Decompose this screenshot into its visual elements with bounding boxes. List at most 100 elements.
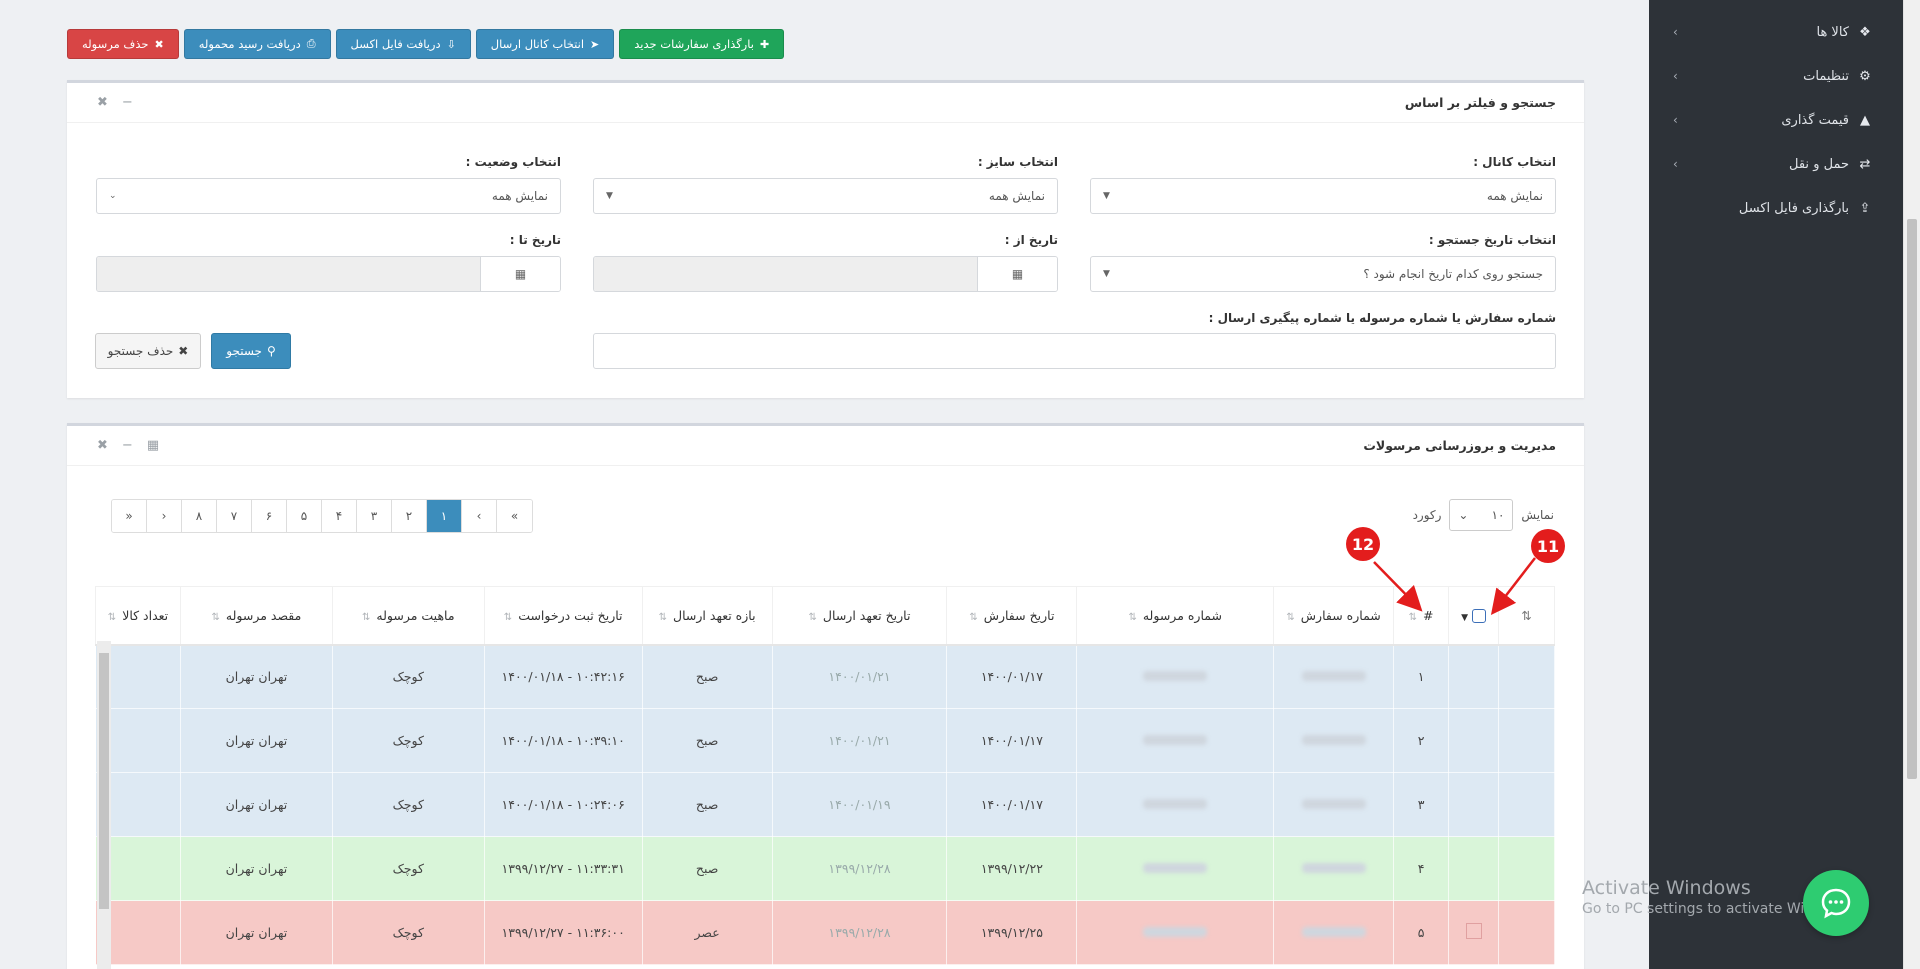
redacted-value [1143, 735, 1208, 745]
sidebar-item-excel-upload[interactable]: بارگذاری فایل اکسل ⇪ [1649, 186, 1903, 230]
date-to-field[interactable]: ▦ [96, 256, 561, 292]
column-label: تاریخ تعهد ارسال [822, 607, 911, 623]
page-6[interactable]: ۶ [252, 500, 287, 532]
page-2[interactable]: ۲ [392, 500, 427, 532]
date-from-field[interactable]: ▦ [593, 256, 1058, 292]
caret-down-icon[interactable]: ▼ [1461, 613, 1468, 623]
select-channel-button[interactable]: انتخاب کانال ارسال ➤ [475, 29, 615, 59]
col-select[interactable]: ▼ [1448, 586, 1499, 646]
search-icon: ⚲ [266, 344, 276, 358]
select-all-checkbox[interactable] [1471, 609, 1486, 623]
order-search-input[interactable] [593, 333, 1556, 369]
table-row[interactable]: تهران تهران کوچک ۱۴۰۰/۰۱/۱۸ - ۱۰:۲۴:۰۶ ص… [95, 772, 1555, 837]
table-row[interactable]: تهران تهران کوچک ۱۴۰۰/۰۱/۱۸ - ۱۰:۳۹:۱۰ ص… [95, 708, 1555, 773]
col-order-no[interactable]: ⇅ شماره سفارش [1273, 586, 1395, 646]
col-nature[interactable]: ⇅ ماهیت مرسوله [331, 586, 485, 646]
cell-extra [1498, 644, 1555, 709]
search-button[interactable]: جستجو ⚲ [211, 333, 291, 369]
status-select[interactable]: ⌄ نمایش همه [96, 178, 561, 214]
cell-index: ۳ [1393, 772, 1450, 837]
cell-destination: تهران تهران [179, 772, 333, 837]
table-row[interactable]: تهران تهران کوچک ۱۴۰۰/۰۱/۱۸ - ۱۰:۴۲:۱۶ ص… [95, 644, 1555, 709]
delete-shipment-button[interactable]: حذف مرسوله ✖ [67, 29, 179, 59]
panel-title: مدیریت و بروزرسانی مرسولات [1363, 438, 1556, 453]
scrollbar-thumb[interactable] [1907, 219, 1917, 779]
col-sort-toggle[interactable]: ⇅ [1498, 586, 1555, 646]
channel-select[interactable]: ▼ نمایش همه [1090, 178, 1556, 214]
scrollbar-thumb[interactable] [99, 653, 109, 909]
clear-search-button[interactable]: حذف جستجو ✖ [95, 333, 201, 369]
sidebar: ‹ کالا ها ❖ ‹ تنظیمات ⚙ ‹ قیمت گذاری ▲ ‹… [1649, 0, 1903, 969]
receipt-button[interactable]: دریافت رسید محموله ⎙ [183, 29, 331, 59]
date-to-input[interactable] [97, 257, 480, 291]
sidebar-item-products[interactable]: ‹ کالا ها ❖ [1649, 10, 1903, 54]
date-to-label: تاریخ تا : [509, 233, 561, 247]
close-icon[interactable]: ✖ [97, 95, 108, 110]
upload-orders-button[interactable]: بارگذاری سفارشات جدید ✚ [619, 29, 785, 59]
page-4[interactable]: ۴ [322, 500, 357, 532]
page-8[interactable]: ۸ [182, 500, 217, 532]
page-7[interactable]: ۷ [217, 500, 252, 532]
col-request-date[interactable]: ⇅ تاریخ ثبت درخواست [483, 586, 643, 646]
row-checkbox[interactable] [1465, 923, 1482, 939]
page-scrollbar[interactable] [1903, 0, 1920, 969]
redacted-value [1301, 735, 1366, 745]
cell-request-date: ۱۴۰۰/۰۱/۱۸ - ۱۰:۳۹:۱۰ [483, 708, 643, 773]
size-select[interactable]: ▼ نمایش همه [593, 178, 1058, 214]
panel-title: جستجو و فیلتر بر اساس [1404, 95, 1556, 110]
sidebar-item-transport[interactable]: ‹ حمل و نقل ⇄ [1649, 142, 1903, 186]
calendar-icon[interactable]: ▦ [977, 257, 1057, 291]
cell-nature: کوچک [331, 708, 485, 773]
collapse-icon[interactable]: − [122, 438, 133, 453]
page-size-select[interactable]: ⌄ ۱۰ [1449, 499, 1514, 531]
page-first[interactable]: « [497, 500, 532, 532]
cell-request-date: ۱۳۹۹/۱۲/۲۷ - ۱۱:۳۶:۰۰ [483, 900, 643, 965]
col-commit-date[interactable]: ⇅ تاریخ تعهد ارسال [771, 586, 948, 646]
table-icon[interactable]: ▦ [147, 438, 159, 453]
cell-select[interactable] [1448, 836, 1499, 901]
sidebar-item-pricing[interactable]: ‹ قیمت گذاری ▲ [1649, 98, 1903, 142]
sort-numeric-icon: ⇅ [1521, 607, 1532, 623]
sort-icon: ⇅ [107, 611, 117, 623]
cell-destination: تهران تهران [179, 644, 333, 709]
col-index[interactable]: ⇅ # [1393, 586, 1450, 646]
cell-index: ۴ [1393, 836, 1450, 901]
redacted-value [1143, 671, 1208, 682]
page-last[interactable]: » [112, 500, 147, 532]
table-row[interactable]: تهران تهران کوچک ۱۳۹۹/۱۲/۲۷ - ۱۱:۳۳:۳۱ ص… [95, 836, 1555, 901]
cell-nature: کوچک [331, 644, 485, 709]
col-order-date[interactable]: ⇅ تاریخ سفارش [946, 586, 1078, 646]
cell-select[interactable] [1448, 644, 1499, 709]
date-type-select[interactable]: ▼ جستجو روی کدام تاریخ انجام شود ؟ [1090, 256, 1556, 292]
col-shipment-no[interactable]: ⇅ شماره مرسوله [1076, 586, 1275, 646]
col-destination[interactable]: ⇅ مقصد مرسوله [179, 586, 333, 646]
cell-shipment-no [1076, 708, 1275, 773]
close-icon[interactable]: ✖ [97, 438, 108, 453]
excel-download-button[interactable]: دریافت فایل اکسل ⇩ [335, 29, 471, 59]
cell-order-date: ۱۳۹۹/۱۲/۲۲ [946, 836, 1078, 901]
date-from-input[interactable] [594, 257, 977, 291]
gear-icon: ⚙ [1859, 68, 1871, 84]
sidebar-item-settings[interactable]: ‹ تنظیمات ⚙ [1649, 54, 1903, 98]
calendar-icon[interactable]: ▦ [480, 257, 560, 291]
cell-select[interactable] [1448, 708, 1499, 773]
col-count[interactable]: ⇅ تعداد کالا [95, 586, 181, 646]
chat-button[interactable] [1803, 870, 1869, 936]
sort-icon: ⇅ [969, 611, 978, 623]
cell-extra [1498, 772, 1555, 837]
column-label: تعداد کالا [122, 607, 169, 623]
table-scrollbar[interactable] [97, 641, 111, 969]
collapse-icon[interactable]: − [122, 95, 133, 110]
table-row[interactable]: تهران تهران کوچک ۱۳۹۹/۱۲/۲۷ - ۱۱:۳۶:۰۰ ع… [95, 900, 1555, 965]
cell-order-no [1273, 900, 1395, 965]
status-label: انتخاب وضعیت : [465, 155, 561, 169]
page-1[interactable]: ۱ [427, 500, 462, 532]
cell-select[interactable] [1448, 772, 1499, 837]
cell-select[interactable] [1448, 900, 1499, 965]
cell-destination: تهران تهران [179, 836, 333, 901]
page-3[interactable]: ۳ [357, 500, 392, 532]
page-next[interactable]: › [147, 500, 182, 532]
page-5[interactable]: ۵ [287, 500, 322, 532]
page-prev[interactable]: ‹ [462, 500, 497, 532]
col-send-window[interactable]: ⇅ بازه تعهد ارسال [641, 586, 773, 646]
